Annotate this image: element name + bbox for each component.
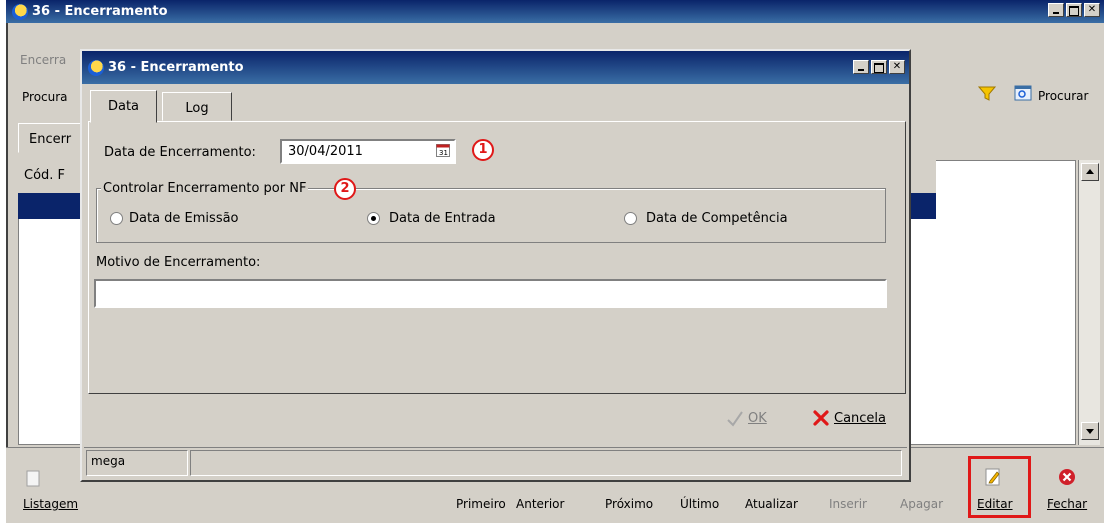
group-label: Controlar Encerramento por NF	[101, 181, 309, 196]
radio-data-emissao[interactable]	[110, 212, 123, 225]
ok-label: OK	[748, 411, 767, 426]
listagem-icon	[26, 470, 40, 487]
dialog-close-button[interactable]: ✕	[889, 60, 905, 74]
vertical-scrollbar[interactable]	[1078, 160, 1100, 445]
fechar-button[interactable]: Fechar	[1047, 497, 1087, 511]
dialog-minimize-button[interactable]	[853, 60, 869, 74]
fechar-label: Fechar	[1047, 497, 1088, 511]
anterior-button[interactable]: Anterior	[516, 497, 564, 511]
marker-2: 2	[334, 178, 356, 200]
status-cell: mega	[86, 450, 188, 476]
dialog-statusbar: mega	[84, 447, 907, 478]
close-icon	[1059, 469, 1075, 485]
main-titlebar: 36 - Encerramento ✕	[6, 0, 1104, 23]
proximo-button[interactable]: Próximo	[605, 497, 653, 511]
filter-icon[interactable]	[978, 84, 996, 102]
ok-check-icon	[727, 411, 743, 427]
editar-highlight	[968, 456, 1031, 518]
calendar-icon[interactable]: 31	[436, 143, 450, 157]
radio-data-entrada[interactable]	[367, 212, 380, 225]
main-tab[interactable]: Encerr	[18, 123, 88, 153]
primeiro-button[interactable]: Primeiro	[456, 497, 506, 511]
listagem-label: Listagem	[23, 497, 79, 511]
status-cell-empty	[190, 450, 902, 476]
tab-log[interactable]: Log	[162, 92, 232, 121]
tab-data[interactable]: Data	[90, 90, 157, 123]
scroll-up-button[interactable]	[1081, 163, 1099, 181]
svg-text:31: 31	[439, 149, 448, 157]
search-label: Procura	[22, 90, 68, 104]
procurar-button[interactable]: Procurar	[1038, 89, 1088, 103]
radio-data-competencia[interactable]	[624, 212, 637, 225]
scroll-down-button[interactable]	[1081, 422, 1099, 440]
radio-data-emissao-label: Data de Emissão	[129, 211, 239, 226]
close-button[interactable]: ✕	[1084, 3, 1100, 17]
date-value: 30/04/2011	[288, 144, 363, 159]
maximize-button[interactable]	[1066, 3, 1082, 17]
date-field[interactable]: 30/04/2011	[280, 139, 456, 164]
motivo-field[interactable]	[94, 279, 887, 308]
apagar-button[interactable]: Apagar	[900, 497, 943, 511]
cancel-label: Cancela	[834, 411, 887, 426]
motivo-label: Motivo de Encerramento:	[96, 255, 261, 270]
atualizar-button[interactable]: Atualizar	[745, 497, 798, 511]
cancel-button[interactable]: Cancela	[834, 411, 886, 426]
dialog-maximize-button[interactable]	[871, 60, 887, 74]
app-icon	[12, 3, 28, 20]
dialog-app-icon	[88, 59, 104, 76]
grid-column-header: Cód. F	[24, 168, 66, 183]
minimize-button[interactable]	[1048, 3, 1064, 17]
main-window-title: 36 - Encerramento	[32, 4, 168, 19]
radio-data-competencia-label: Data de Competência	[646, 211, 788, 226]
dialog-title: 36 - Encerramento	[108, 60, 244, 75]
ultimo-button[interactable]: Último	[680, 497, 719, 511]
dialog-titlebar: 36 - Encerramento ✕	[82, 51, 909, 84]
marker-1: 1	[472, 139, 494, 161]
date-label: Data de Encerramento:	[104, 145, 256, 160]
cancel-x-icon	[813, 410, 829, 426]
ok-button[interactable]: OK	[748, 411, 767, 426]
inserir-button[interactable]: Inserir	[829, 497, 867, 511]
main-tab-label: Encerr	[29, 132, 72, 147]
main-menu-label: Encerra	[20, 53, 67, 67]
radio-data-entrada-label: Data de Entrada	[389, 211, 496, 226]
search-window-icon[interactable]	[1014, 84, 1032, 102]
listagem-button[interactable]: Listagem	[23, 497, 78, 511]
